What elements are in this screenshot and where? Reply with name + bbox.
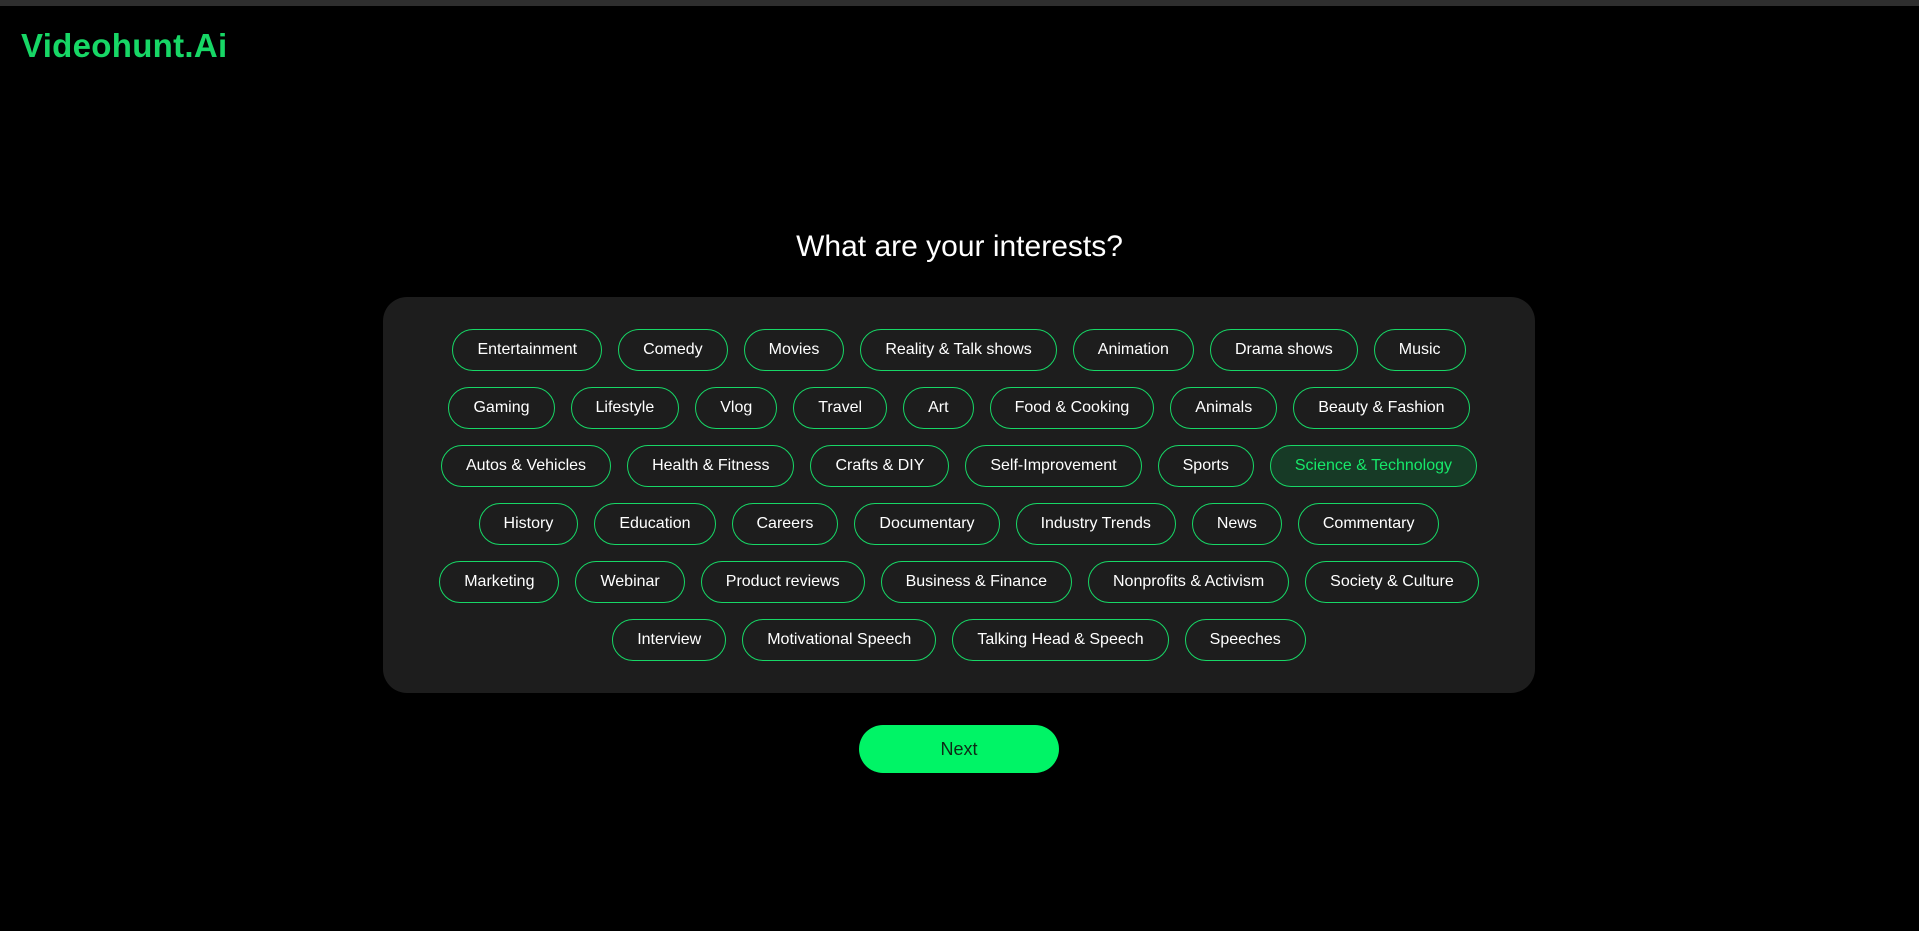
interest-tag-drama-shows[interactable]: Drama shows bbox=[1209, 329, 1358, 371]
interest-tag-speeches[interactable]: Speeches bbox=[1184, 619, 1306, 661]
interest-tag-self-improvement[interactable]: Self-Improvement bbox=[965, 445, 1142, 487]
interest-tag-reality-and-talk-shows[interactable]: Reality & Talk shows bbox=[860, 329, 1057, 371]
interest-tag-science-and-technology[interactable]: Science & Technology bbox=[1269, 445, 1478, 487]
browser-top-strip bbox=[0, 0, 1919, 6]
interest-tag-product-reviews[interactable]: Product reviews bbox=[700, 561, 865, 603]
interest-tag-society-and-culture[interactable]: Society & Culture bbox=[1305, 561, 1479, 603]
tag-row: Autos & Vehicles Health & Fitness Crafts &… bbox=[423, 445, 1495, 487]
interest-tag-crafts-and-diy[interactable]: Crafts & DIY bbox=[810, 445, 950, 487]
interest-tag-commentary[interactable]: Commentary bbox=[1297, 503, 1440, 545]
interest-tag-beauty-and-fashion[interactable]: Beauty & Fashion bbox=[1293, 387, 1470, 429]
interest-tag-industry-trends[interactable]: Industry Trends bbox=[1015, 503, 1176, 545]
interest-tag-nonprofits-and-activism[interactable]: Nonprofits & Activism bbox=[1088, 561, 1290, 603]
interest-tag-news[interactable]: News bbox=[1191, 503, 1282, 545]
interest-tag-music[interactable]: Music bbox=[1373, 329, 1466, 371]
interest-tag-interview[interactable]: Interview bbox=[612, 619, 727, 661]
interest-tag-art[interactable]: Art bbox=[903, 387, 974, 429]
page-title: What are your interests? bbox=[796, 230, 1123, 263]
interest-tag-documentary[interactable]: Documentary bbox=[854, 503, 1000, 545]
interest-tag-animation[interactable]: Animation bbox=[1072, 329, 1194, 371]
interests-panel: Entertainment Comedy Movies Reality & Talk … bbox=[383, 297, 1535, 693]
interest-tag-animals[interactable]: Animals bbox=[1170, 387, 1278, 429]
interest-tag-business-and-finance[interactable]: Business & Finance bbox=[880, 561, 1072, 603]
interest-tag-vlog[interactable]: Vlog bbox=[695, 387, 778, 429]
tag-row: Entertainment Comedy Movies Reality & Talk … bbox=[423, 329, 1495, 371]
interest-tag-travel[interactable]: Travel bbox=[793, 387, 888, 429]
tag-row: Marketing Webinar Product reviews Business … bbox=[423, 561, 1495, 603]
interest-tag-talking-head-and-speech[interactable]: Talking Head & Speech bbox=[952, 619, 1169, 661]
interest-tag-sports[interactable]: Sports bbox=[1157, 445, 1254, 487]
interest-tag-history[interactable]: History bbox=[478, 503, 579, 545]
interest-tag-motivational-speech[interactable]: Motivational Speech bbox=[742, 619, 937, 661]
interest-tag-autos-and-vehicles[interactable]: Autos & Vehicles bbox=[440, 445, 612, 487]
interest-tag-careers[interactable]: Careers bbox=[731, 503, 839, 545]
interest-tag-gaming[interactable]: Gaming bbox=[448, 387, 555, 429]
interest-tag-comedy[interactable]: Comedy bbox=[618, 329, 728, 371]
tag-row: History Education Careers Documentary Indust… bbox=[423, 503, 1495, 545]
interest-tag-lifestyle[interactable]: Lifestyle bbox=[570, 387, 680, 429]
tag-row: Gaming Lifestyle Vlog Travel Art Food & Cooki… bbox=[423, 387, 1495, 429]
tag-row: Interview Motivational Speech Talking Head… bbox=[423, 619, 1495, 661]
interest-tag-webinar[interactable]: Webinar bbox=[575, 561, 685, 603]
interest-tag-education[interactable]: Education bbox=[594, 503, 716, 545]
next-button[interactable]: Next bbox=[859, 725, 1059, 773]
app-logo[interactable]: Videohunt.Ai bbox=[21, 26, 227, 66]
interest-tag-health-and-fitness[interactable]: Health & Fitness bbox=[627, 445, 795, 487]
interest-tag-entertainment[interactable]: Entertainment bbox=[452, 329, 603, 371]
interest-tag-food-and-cooking[interactable]: Food & Cooking bbox=[989, 387, 1155, 429]
interest-tag-marketing[interactable]: Marketing bbox=[439, 561, 560, 603]
interest-tag-movies[interactable]: Movies bbox=[743, 329, 845, 371]
